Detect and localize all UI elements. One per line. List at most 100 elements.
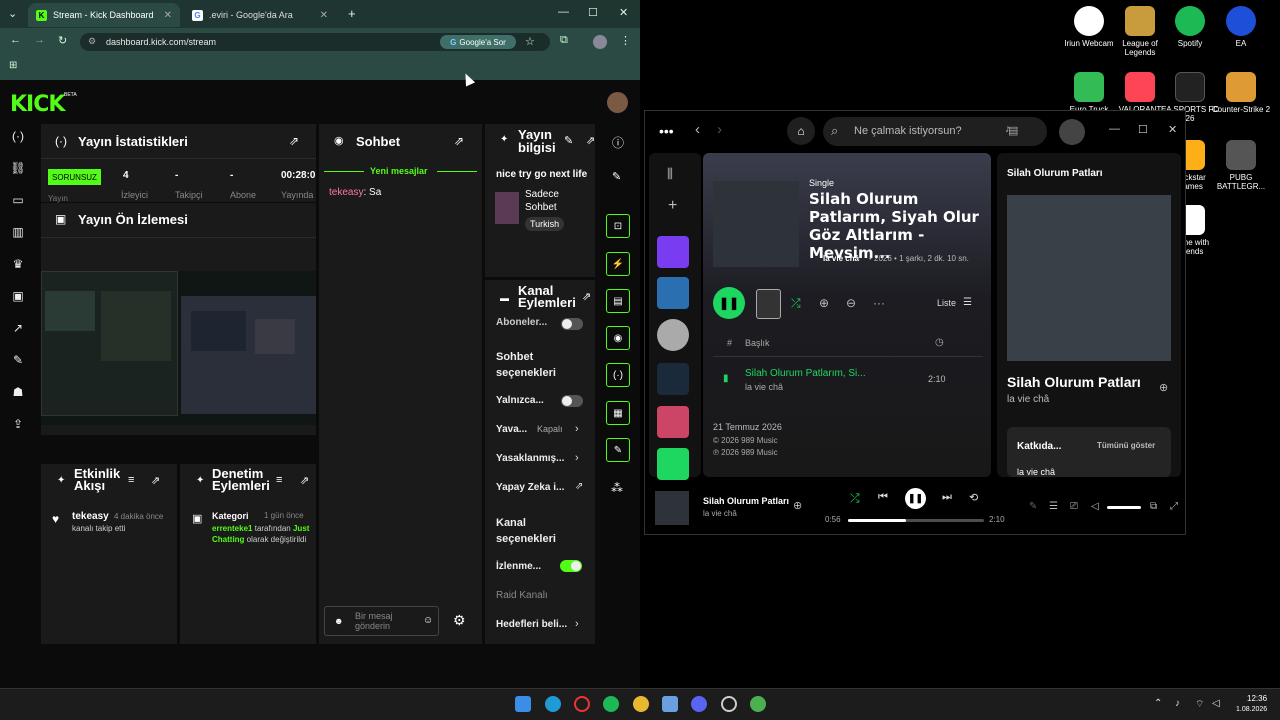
forward-icon[interactable]: ›: [717, 121, 722, 138]
tab-kick-dashboard[interactable]: K Stream - Kick Dashboard ✕: [28, 3, 180, 27]
lyrics-icon[interactable]: ✎: [1029, 501, 1037, 512]
maximize-icon[interactable]: ☐: [588, 6, 598, 19]
playlist-item[interactable]: [657, 406, 689, 438]
player-artist[interactable]: la vie châ: [703, 509, 737, 518]
search-input[interactable]: ⌕ Ne çalmak istiyorsun? ▤: [823, 117, 1047, 146]
clip-button[interactable]: ⊡: [606, 214, 630, 238]
back-icon[interactable]: ←: [10, 34, 21, 46]
progress-bar[interactable]: [848, 519, 984, 522]
close-window-icon[interactable]: ✕: [619, 6, 628, 19]
popout-icon[interactable]: ⇗: [300, 474, 309, 487]
followers-only-toggle[interactable]: [561, 395, 583, 407]
upload-icon[interactable]: ⇪: [8, 414, 28, 434]
video-icon[interactable]: ▣: [8, 286, 28, 306]
liked-songs-item[interactable]: [657, 236, 689, 268]
popout-icon[interactable]: ⇗: [582, 290, 591, 303]
chat-settings-icon[interactable]: ⚙: [453, 612, 466, 629]
site-info-icon[interactable]: ⚙: [88, 36, 96, 47]
create-icon[interactable]: +: [668, 197, 677, 215]
edge-icon[interactable]: [545, 696, 561, 712]
banned-words-label[interactable]: Yasaklanmış...: [496, 453, 564, 464]
lightning-button[interactable]: ⚡: [606, 252, 630, 276]
minimize-icon[interactable]: —: [1109, 123, 1120, 135]
bookmark-star-icon[interactable]: ☆: [525, 35, 535, 48]
tab-google-search[interactable]: G ‎.eviri - Google'da Ara ✕: [184, 3, 336, 27]
discord-icon[interactable]: [691, 696, 707, 712]
more-options-icon[interactable]: •••: [659, 123, 674, 139]
list-icon[interactable]: ☰: [963, 297, 972, 308]
trophy-icon[interactable]: ♛: [8, 254, 28, 274]
filter-icon[interactable]: ≡: [128, 474, 134, 486]
chat-username[interactable]: tekeasy: [329, 187, 363, 198]
next-icon[interactable]: ⏭: [942, 491, 952, 504]
album-artist[interactable]: la vie châ: [823, 254, 859, 263]
pause-button[interactable]: ❚❚: [905, 488, 926, 509]
player-title[interactable]: Silah Olurum Patları: [703, 496, 789, 506]
popout-icon[interactable]: ⇗: [454, 134, 464, 148]
maximize-icon[interactable]: ☐: [1138, 123, 1148, 136]
start-icon[interactable]: [515, 696, 531, 712]
wifi-icon[interactable]: ⌔: [1195, 698, 1204, 711]
menu-icon[interactable]: ⋮: [620, 34, 631, 47]
playlist-item[interactable]: [657, 277, 689, 309]
user-avatar[interactable]: [607, 92, 628, 113]
wrench-icon[interactable]: ✎: [8, 350, 28, 370]
layout-button[interactable]: ▦: [606, 401, 630, 425]
stream-icon[interactable]: (·): [8, 126, 28, 146]
previous-icon[interactable]: ⏮: [878, 491, 888, 504]
add-icon[interactable]: ⊕: [793, 499, 802, 512]
home-icon[interactable]: ⌂: [787, 117, 815, 145]
minimize-icon[interactable]: —: [558, 6, 569, 18]
volume-slider[interactable]: [1107, 506, 1141, 509]
popout-icon[interactable]: ⇗: [151, 474, 160, 487]
spotify-taskbar-icon[interactable]: [603, 696, 619, 712]
steam-icon[interactable]: [721, 696, 737, 712]
fullscreen-icon[interactable]: ⤢: [1170, 501, 1178, 512]
set-goals-label[interactable]: Hedefleri beli...: [496, 619, 567, 630]
back-icon[interactable]: ‹: [695, 121, 700, 138]
category-name[interactable]: Sadece Sohbet: [525, 188, 575, 214]
chat-button[interactable]: ◉: [606, 326, 630, 350]
notifications-icon[interactable]: ♪: [1005, 123, 1011, 135]
shuffle-icon[interactable]: ⤮: [791, 296, 801, 311]
shuffle-icon[interactable]: ⤮: [850, 491, 860, 506]
playlist-item[interactable]: [657, 363, 689, 395]
mod-item-user[interactable]: errenteke1: [212, 524, 252, 533]
broadcast-button[interactable]: (·): [606, 363, 630, 387]
tab-search-icon[interactable]: ⌄: [8, 7, 17, 20]
chevron-right-icon[interactable]: ›: [575, 452, 579, 464]
ai-moderation-label[interactable]: Yapay Zeka i...: [496, 482, 564, 493]
track-title[interactable]: Silah Olurum Patlarım, Si...: [745, 368, 866, 379]
track-artist[interactable]: la vie châ: [745, 382, 783, 392]
desktop-icon-pubg[interactable]: PUBG BATTLEGR...: [1209, 140, 1273, 191]
add-icon[interactable]: ⊕: [1159, 381, 1168, 394]
play-pause-button[interactable]: ❚❚: [713, 287, 745, 319]
kick-logo[interactable]: KICK: [10, 92, 65, 117]
chat-input[interactable]: ☻ Bir mesaj gönderin ☺: [324, 606, 439, 636]
close-tab-icon[interactable]: ✕: [164, 10, 172, 21]
add-icon[interactable]: ⊕: [819, 296, 829, 310]
analytics-icon[interactable]: ▥: [8, 222, 28, 242]
more-icon[interactable]: ···: [873, 296, 885, 310]
volume-icon[interactable]: ◁: [1091, 501, 1099, 512]
new-tab-icon[interactable]: +: [348, 6, 356, 21]
extensions-icon[interactable]: ⧉: [560, 34, 568, 47]
miniplayer-icon[interactable]: ⧉: [1150, 501, 1157, 512]
close-window-icon[interactable]: ✕: [1168, 123, 1177, 136]
link-icon[interactable]: ⛓: [8, 158, 28, 178]
desktop-icon-ea[interactable]: EA: [1209, 6, 1273, 48]
artist-item[interactable]: [657, 319, 689, 351]
speaker-icon[interactable]: ◁: [1212, 698, 1220, 709]
pencil-icon[interactable]: ✎: [612, 170, 621, 183]
profile-avatar[interactable]: [1059, 119, 1085, 145]
popout-icon[interactable]: ⇗: [289, 134, 299, 148]
reload-icon[interactable]: ↻: [58, 34, 67, 47]
external-link-icon[interactable]: ⇗: [575, 481, 583, 492]
google-ask-button[interactable]: G Google'a Sor: [440, 35, 516, 49]
np-artist[interactable]: la vie châ: [1007, 394, 1049, 405]
saved-item[interactable]: [657, 448, 689, 480]
show-all-link[interactable]: Tümünü göster: [1097, 441, 1155, 450]
info-icon[interactable]: ⓘ: [612, 134, 624, 151]
notes-button[interactable]: ▤: [606, 289, 630, 313]
chart-line-icon[interactable]: ↗: [8, 318, 28, 338]
